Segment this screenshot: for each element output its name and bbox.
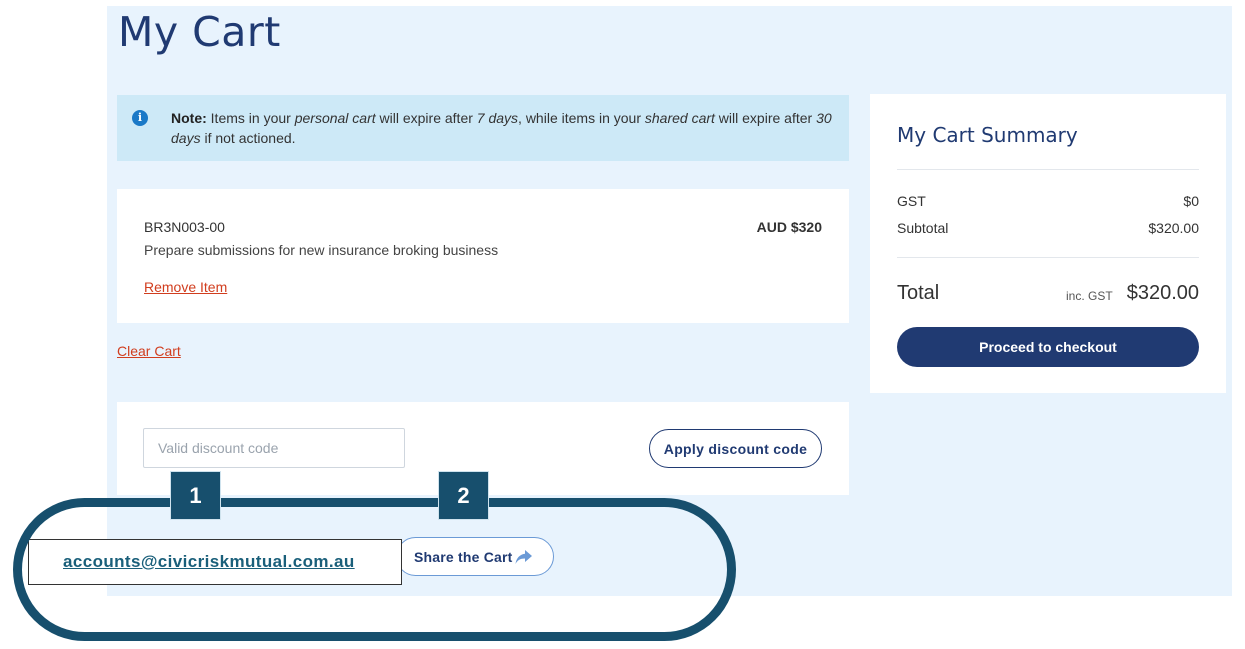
summary-title: My Cart Summary	[897, 123, 1078, 147]
gst-value: $0	[1183, 193, 1199, 209]
note-text: Note: Items in your personal cart will e…	[171, 108, 841, 148]
step-marker-2: 2	[438, 471, 489, 520]
summary-divider	[897, 257, 1199, 258]
note-text-part: Items in your	[206, 110, 295, 126]
note-text-emphasis: shared cart	[644, 110, 715, 126]
expiry-note: i Note: Items in your personal cart will…	[117, 95, 849, 161]
gst-label: GST	[897, 193, 926, 209]
clear-cart-link[interactable]: Clear Cart	[117, 343, 181, 359]
share-arrow-icon	[515, 550, 532, 564]
proceed-to-checkout-button[interactable]: Proceed to checkout	[897, 327, 1199, 367]
subtotal-label: Subtotal	[897, 220, 949, 236]
note-text-emphasis: personal cart	[294, 110, 376, 126]
step-marker-1: 1	[170, 471, 221, 520]
summary-divider	[897, 169, 1199, 170]
note-label: Note:	[171, 110, 207, 126]
share-cart-button[interactable]: Share the Cart	[396, 537, 554, 576]
info-icon: i	[132, 110, 148, 126]
email-link[interactable]: accounts@civicriskmutual.com.au	[63, 552, 355, 572]
note-text-emphasis: 7 days	[476, 110, 519, 126]
item-code: BR3N003-00	[144, 219, 225, 235]
note-text-part: will expire after	[714, 110, 817, 126]
page-title: My Cart	[118, 8, 281, 56]
note-text-part: if not actioned.	[200, 130, 296, 146]
discount-code-input[interactable]	[143, 428, 405, 468]
share-cart-label: Share the Cart	[414, 549, 513, 565]
remove-item-link[interactable]: Remove Item	[144, 279, 227, 295]
email-callout: accounts@civicriskmutual.com.au	[28, 539, 402, 585]
cart-item-card: BR3N003-00 AUD $320 Prepare submissions …	[117, 189, 849, 323]
note-text-part: will expire after	[375, 110, 477, 126]
total-inc-gst: inc. GST	[1066, 289, 1113, 303]
item-description: Prepare submissions for new insurance br…	[144, 242, 499, 258]
note-text-part: , while items in your	[518, 110, 645, 126]
subtotal-value: $320.00	[1148, 220, 1199, 236]
total-label: Total	[897, 282, 940, 304]
item-price: AUD $320	[756, 219, 822, 235]
total-value: $320.00	[1126, 282, 1199, 304]
apply-discount-button[interactable]: Apply discount code	[649, 429, 822, 468]
cart-summary-card: My Cart Summary GST $0 Subtotal $320.00 …	[870, 94, 1226, 393]
